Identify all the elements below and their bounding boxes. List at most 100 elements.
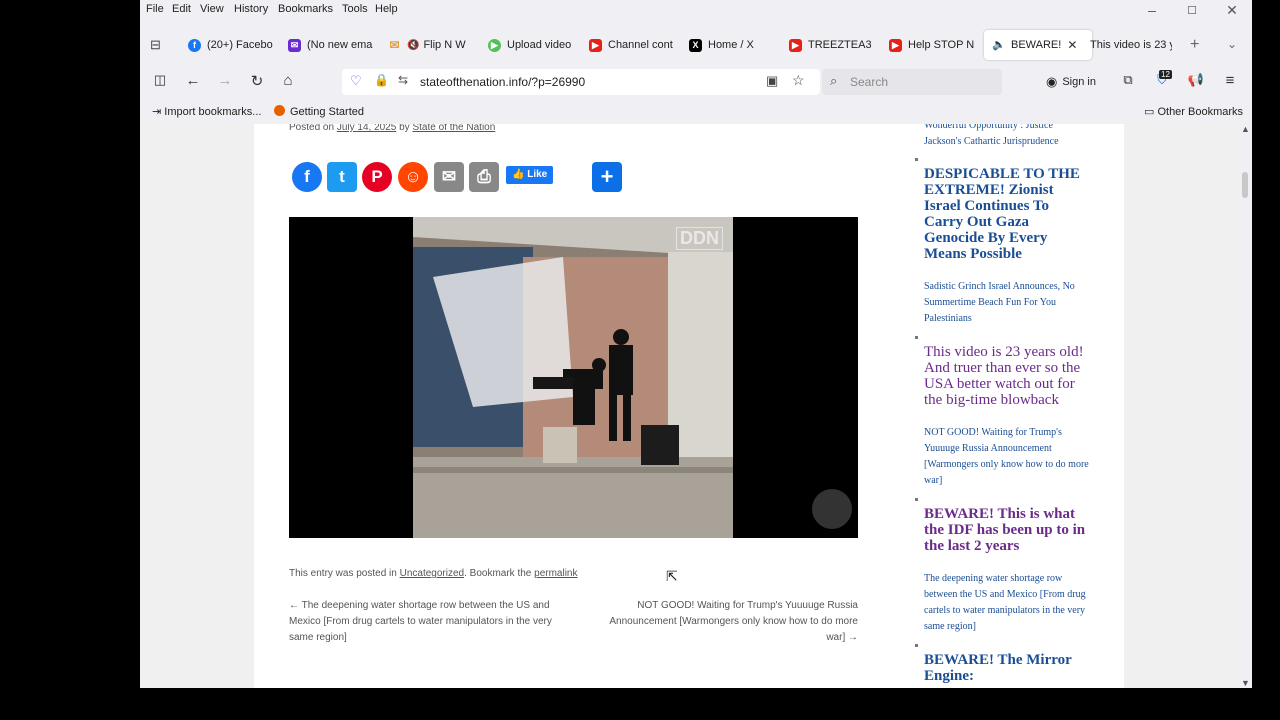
menu-history[interactable]: History xyxy=(234,3,268,15)
search-placeholder: Search xyxy=(850,75,889,89)
sidebar-sub-2[interactable]: NOT GOOD! Waiting for Trump's Yuuuuge Ru… xyxy=(924,425,1089,489)
entry-prefix: This entry was posted in xyxy=(289,568,397,579)
video-player[interactable]: DDN xyxy=(289,217,858,538)
category-link[interactable]: Uncategorized xyxy=(400,568,464,579)
import-bookmarks-label: Import bookmarks... xyxy=(164,106,262,118)
pinterest-icon: P xyxy=(371,167,383,186)
home-icon[interactable]: ⌂ xyxy=(278,72,298,89)
entry-mid: . Bookmark the xyxy=(464,568,532,579)
sidebar-title-2[interactable]: This video is 23 years old! And truer th… xyxy=(924,344,1089,408)
bullet-icon xyxy=(915,158,918,161)
getting-started-link[interactable]: Getting Started xyxy=(274,105,364,118)
sidebar-title-3[interactable]: BEWARE! This is what the IDF has been up… xyxy=(924,506,1089,554)
import-icon: ⇥ xyxy=(152,106,165,118)
facebook-share-button[interactable]: f xyxy=(292,162,322,192)
plus-icon: + xyxy=(600,164,614,189)
tab-help-stop[interactable]: ▶ Help STOP N xyxy=(889,30,975,60)
search-input[interactable]: ⌕ Search xyxy=(822,69,1002,95)
reload-icon[interactable]: ↻ xyxy=(247,72,267,90)
tab-x-home[interactable]: X Home / X xyxy=(689,30,773,60)
tab-flip[interactable]: ✉ 🔇 Flip N W xyxy=(388,30,470,60)
close-tab-icon[interactable]: ✕ xyxy=(1067,38,1077,52)
maximize-icon[interactable]: ☐ xyxy=(1182,4,1202,17)
tab-overview-icon[interactable]: ⊟ xyxy=(150,37,161,53)
tab-label: (20+) Facebo xyxy=(207,39,273,51)
tab-facebook[interactable]: f (20+) Facebo xyxy=(188,30,276,60)
facebook-icon: f xyxy=(304,167,310,186)
reddit-share-button[interactable]: ☺ xyxy=(398,162,428,192)
sidebar-title-1[interactable]: DESPICABLE TO THE EXTREME! Zionist Israe… xyxy=(924,166,1089,262)
tab-this-video[interactable]: This video is 23 y xyxy=(1090,30,1172,60)
previous-post-link[interactable]: ← The deepening water shortage row betwe… xyxy=(289,598,579,646)
reader-view-icon[interactable]: ▣ xyxy=(766,73,778,89)
video-watermark: DDN xyxy=(676,227,723,250)
tab-treeztea[interactable]: ▶ TREEZTEA3 - xyxy=(789,30,873,60)
page-scrollbar[interactable]: ▲ ▼ xyxy=(1240,124,1252,688)
bookmark-star-icon[interactable]: ☆ xyxy=(792,72,805,89)
email-icon: ✉ xyxy=(441,167,457,186)
pinterest-share-button[interactable]: P xyxy=(362,162,392,192)
post-date-link[interactable]: July 14, 2025 xyxy=(337,124,397,133)
x-logo-icon: X xyxy=(689,38,702,52)
tab-label: TREEZTEA3 - xyxy=(808,39,873,51)
url-bar[interactable]: ♡ 🔒 ⇆ stateofthenation.info/?p=26990 ▣ ☆ xyxy=(342,69,820,95)
menu-tools[interactable]: Tools xyxy=(342,3,368,15)
scroll-up-icon[interactable]: ▲ xyxy=(1241,124,1250,134)
meta-by: by xyxy=(399,124,410,133)
nav-bar: ◫ ← → ↻ ⌂ ♡ 🔒 ⇆ stateofthenation.info/?p… xyxy=(140,64,1252,100)
menu-view[interactable]: View xyxy=(200,3,224,15)
tab-beware-active[interactable]: 🔈 BEWARE! ✕ xyxy=(984,30,1092,60)
extensions-icon[interactable]: ⧉ xyxy=(1118,72,1138,88)
scrollbar-thumb[interactable] xyxy=(1242,172,1248,198)
sidebar-link-top[interactable]: Wonderful Opportunity : Justice Jackson'… xyxy=(924,124,1089,150)
announce-icon[interactable]: 📢 xyxy=(1186,72,1206,88)
bookmarks-bar: ⇥ Import bookmarks... Getting Started ▭ … xyxy=(140,102,1252,124)
email-share-button[interactable]: ✉ xyxy=(434,162,464,192)
tab-mail[interactable]: ✉ (No new ema xyxy=(288,30,376,60)
sidebar-sub-3[interactable]: The deepening water shortage row between… xyxy=(924,571,1089,635)
extension-badge: 12 xyxy=(1159,70,1172,79)
print-icon: ⎙ xyxy=(477,167,491,186)
tab-label: BEWARE! xyxy=(1011,39,1062,51)
tracking-shield-icon[interactable]: ♡ xyxy=(350,73,362,89)
tab-label: Flip N W xyxy=(423,39,466,51)
forward-icon[interactable]: → xyxy=(215,72,235,89)
youtube-icon: ▶ xyxy=(789,38,802,52)
scroll-down-icon[interactable]: ▼ xyxy=(1241,678,1250,688)
import-bookmarks-link[interactable]: ⇥ Import bookmarks... xyxy=(152,105,261,118)
tab-label: This video is 23 y xyxy=(1090,39,1172,51)
menu-bookmarks[interactable]: Bookmarks xyxy=(278,3,333,15)
post-author-link[interactable]: State of the Nation xyxy=(412,124,495,133)
menu-file[interactable]: File xyxy=(146,3,164,15)
sign-in-button[interactable]: ◉ Sign in xyxy=(1046,71,1096,93)
menu-edit[interactable]: Edit xyxy=(172,3,191,15)
like-label: Like xyxy=(527,169,548,180)
sidebar-title-4[interactable]: BEWARE! The Mirror Engine: xyxy=(924,652,1089,684)
permissions-icon[interactable]: ⇆ xyxy=(398,73,408,87)
page-content: Posted on July 14, 2025 by State of the … xyxy=(254,124,1124,688)
minimize-icon[interactable]: – xyxy=(1142,2,1162,18)
next-post-link[interactable]: NOT GOOD! Waiting for Trump's Yuuuuge Ru… xyxy=(588,598,858,646)
sidebar-sub-1[interactable]: Sadistic Grinch Israel Announces, No Sum… xyxy=(924,279,1089,327)
facebook-like-button[interactable]: 👍 Like xyxy=(506,166,554,184)
menu-bar: File Edit View History Bookmarks Tools H… xyxy=(140,0,1252,20)
tab-channel[interactable]: ▶ Channel cont xyxy=(589,30,673,60)
sidebar-toggle-icon[interactable]: ◫ xyxy=(150,72,170,88)
add-share-button[interactable]: + xyxy=(592,162,622,192)
print-share-button[interactable]: ⎙ xyxy=(469,162,499,192)
search-icon: ⌕ xyxy=(830,73,838,88)
other-bookmarks-label: Other Bookmarks xyxy=(1157,106,1244,118)
permalink-link[interactable]: permalink xyxy=(534,568,577,579)
app-menu-icon[interactable]: ≡ xyxy=(1220,72,1240,89)
twitter-share-button[interactable]: t xyxy=(327,162,357,192)
close-window-icon[interactable]: ✕ xyxy=(1222,2,1242,19)
lock-icon[interactable]: 🔒 xyxy=(374,73,389,87)
mouse-cursor-icon: ⇱ xyxy=(666,568,678,584)
new-tab-icon[interactable]: + xyxy=(1190,36,1199,54)
tab-list-chevron-icon[interactable]: ⌄ xyxy=(1227,37,1237,51)
tab-upload-video[interactable]: ▶ Upload video xyxy=(488,30,572,60)
back-icon[interactable]: ← xyxy=(183,72,203,89)
mail-icon: ✉ xyxy=(288,38,301,52)
other-bookmarks-folder[interactable]: ▭ Other Bookmarks xyxy=(1144,105,1243,118)
menu-help[interactable]: Help xyxy=(375,3,398,15)
